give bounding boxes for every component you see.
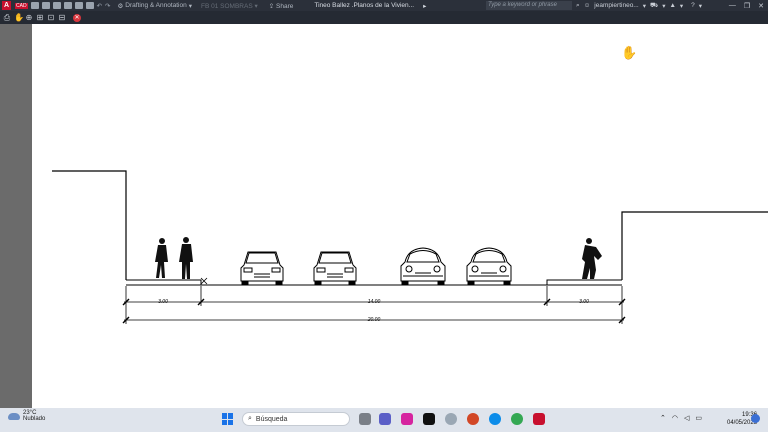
wifi-icon[interactable]: ◠ — [672, 414, 678, 422]
teams-icon[interactable] — [379, 413, 391, 425]
notification-icon[interactable] — [751, 414, 760, 423]
left-sidewalk — [126, 279, 202, 285]
car-front-view — [466, 247, 512, 285]
battery-icon[interactable]: ▭ — [695, 414, 702, 422]
search-label: Búsqueda — [255, 415, 288, 423]
curb-marker — [200, 277, 208, 285]
pan-hand-cursor-icon: ✋ — [621, 45, 638, 60]
pedestrian-figure — [582, 238, 602, 279]
cloud-icon — [8, 412, 20, 420]
weather-widget[interactable]: 23°C Nublado — [8, 410, 45, 422]
edge-icon[interactable] — [489, 413, 501, 425]
pedestrian-figure — [179, 237, 193, 279]
dim-total: 20.00 — [367, 317, 381, 323]
car-front-view — [313, 251, 357, 285]
music-icon[interactable] — [445, 413, 457, 425]
chrome-icon[interactable] — [511, 413, 523, 425]
car-front-view — [240, 251, 284, 285]
right-building-outline — [621, 211, 768, 280]
netflix-icon[interactable] — [423, 413, 435, 425]
powerpoint-icon[interactable] — [467, 413, 479, 425]
chevron-up-icon[interactable]: ⌃ — [660, 414, 666, 422]
right-sidewalk — [546, 279, 622, 285]
left-building-outline — [52, 170, 127, 280]
car-front-view — [400, 247, 446, 285]
file-explorer-icon[interactable] — [359, 413, 371, 425]
dim-left-sidewalk: 3.00 — [158, 299, 168, 305]
weather-desc: Nublado — [23, 416, 46, 422]
dim-roadway: 14.00 — [368, 299, 381, 305]
windows-start-icon[interactable] — [222, 413, 234, 425]
system-tray: ⌃ ◠ ◁ ▭ — [660, 414, 702, 422]
street-section-drawing: 3.00 14.00 3.00 20.00 — [52, 170, 768, 324]
search-icon: ⌕ — [248, 415, 252, 422]
autocad-taskbar-icon[interactable] — [533, 413, 545, 425]
dim-right-sidewalk: 3.00 — [579, 299, 589, 305]
instagram-icon[interactable] — [401, 413, 413, 425]
pedestrian-figure — [155, 238, 168, 278]
taskbar-search[interactable]: ⌕ Búsqueda — [242, 412, 350, 426]
speaker-icon[interactable]: ◁ — [684, 414, 689, 422]
